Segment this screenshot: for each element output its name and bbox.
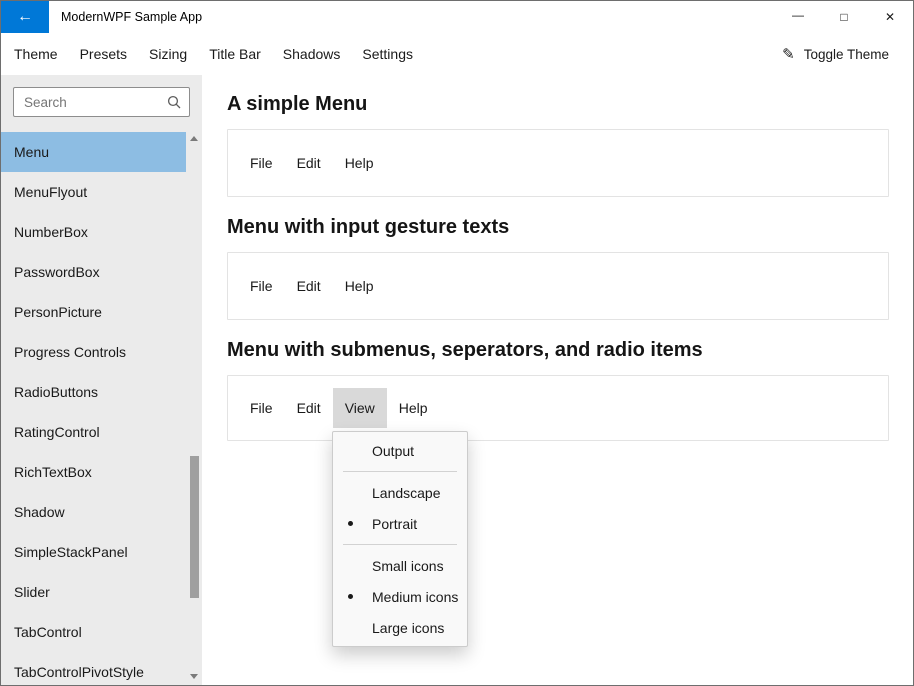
submenu-menu-bar: File Edit View Help — [228, 376, 888, 440]
back-button[interactable]: ← — [1, 1, 49, 33]
sidebar-item-personpicture[interactable]: PersonPicture — [1, 292, 186, 332]
close-icon: ✕ — [884, 10, 896, 24]
maximize-button[interactable]: □ — [821, 1, 867, 33]
sidebar-item-tabcontrol[interactable]: TabControl — [1, 612, 186, 652]
menubar-item-presets[interactable]: Presets — [69, 33, 138, 75]
sidebar-item-menu[interactable]: Menu — [1, 132, 186, 172]
radio-bullet-icon — [348, 521, 353, 526]
simple-menu-box: File Edit Help — [227, 129, 889, 197]
dropdown-item-output[interactable]: Output — [333, 435, 467, 466]
dropdown-item-label: Small icons — [372, 557, 444, 574]
menubar-item-shadows[interactable]: Shadows — [272, 33, 352, 75]
window-controls: — □ ✕ — [775, 1, 913, 33]
sidebar-item-progress-controls[interactable]: Progress Controls — [1, 332, 186, 372]
sidebar: Menu MenuFlyout NumberBox PasswordBox Pe… — [1, 75, 202, 685]
radio-bullet-icon — [348, 594, 353, 599]
menu-item-help[interactable]: Help — [333, 143, 386, 183]
titlebar: ← ModernWPF Sample App — □ ✕ — [1, 1, 913, 33]
sidebar-item-slider[interactable]: Slider — [1, 572, 186, 612]
menu-item-help[interactable]: Help — [387, 388, 440, 428]
close-button[interactable]: ✕ — [867, 1, 913, 33]
menu-item-edit[interactable]: Edit — [285, 266, 333, 306]
menu-item-edit[interactable]: Edit — [285, 388, 333, 428]
section-title-submenus: Menu with submenus, seperators, and radi… — [227, 339, 703, 361]
main-content: A simple Menu File Edit Help Menu with i… — [202, 75, 913, 685]
toggle-theme-button[interactable]: ✎ Toggle Theme — [770, 33, 913, 75]
sidebar-item-radiobuttons[interactable]: RadioButtons — [1, 372, 186, 412]
sidebar-item-menuflyout[interactable]: MenuFlyout — [1, 172, 186, 212]
menu-item-edit[interactable]: Edit — [285, 143, 333, 183]
dropdown-item-medium-icons[interactable]: Medium icons — [333, 581, 467, 612]
dropdown-item-label: Landscape — [372, 484, 441, 501]
dropdown-item-label: Medium icons — [372, 588, 459, 605]
menu-separator — [343, 471, 457, 472]
sidebar-item-numberbox[interactable]: NumberBox — [1, 212, 186, 252]
dropdown-item-label: Large icons — [372, 619, 445, 636]
window-title: ModernWPF Sample App — [61, 10, 203, 24]
scroll-down-icon[interactable] — [190, 674, 198, 679]
dropdown-item-small-icons[interactable]: Small icons — [333, 550, 467, 581]
toggle-theme-icon: ✎ — [782, 46, 795, 63]
search-box — [13, 87, 190, 117]
back-arrow-icon: ← — [17, 8, 33, 25]
menubar-item-titlebar[interactable]: Title Bar — [198, 33, 272, 75]
menubar-item-sizing[interactable]: Sizing — [138, 33, 198, 75]
sidebar-item-simplestackpanel[interactable]: SimpleStackPanel — [1, 532, 186, 572]
sidebar-item-shadow[interactable]: Shadow — [1, 492, 186, 532]
section-title-input-gesture: Menu with input gesture texts — [227, 216, 510, 238]
scrollbar-thumb[interactable] — [190, 456, 199, 598]
menu-item-view[interactable]: View — [332, 388, 387, 428]
scroll-up-icon[interactable] — [190, 136, 198, 141]
sidebar-item-richtextbox[interactable]: RichTextBox — [1, 452, 186, 492]
sidebar-item-tabcontrolpivotstyle[interactable]: TabControlPivotStyle — [1, 652, 186, 685]
maximize-icon: □ — [840, 10, 848, 24]
sidebar-item-ratingcontrol[interactable]: RatingControl — [1, 412, 186, 452]
dropdown-item-portrait[interactable]: Portrait — [333, 508, 467, 539]
search-input[interactable] — [14, 94, 159, 110]
toggle-theme-label: Toggle Theme — [803, 46, 889, 62]
menu-item-file[interactable]: File — [238, 266, 285, 306]
menu-separator — [343, 544, 457, 545]
minimize-button[interactable]: — — [775, 1, 821, 33]
menubar-item-theme[interactable]: Theme — [3, 33, 69, 75]
view-dropdown-menu: Output Landscape Portrait Small icons Me… — [332, 431, 468, 647]
app-window: ← ModernWPF Sample App — □ ✕ Theme Prese… — [0, 0, 914, 686]
simple-menu-bar: File Edit Help — [228, 130, 888, 196]
sidebar-scrollbar[interactable] — [186, 132, 202, 685]
menu-item-help[interactable]: Help — [333, 266, 386, 306]
dropdown-item-landscape[interactable]: Landscape — [333, 477, 467, 508]
control-list: Menu MenuFlyout NumberBox PasswordBox Pe… — [1, 132, 186, 685]
menu-item-file[interactable]: File — [238, 388, 285, 428]
minimize-icon: — — [792, 8, 804, 22]
menubar-item-settings[interactable]: Settings — [351, 33, 424, 75]
dropdown-item-large-icons[interactable]: Large icons — [333, 612, 467, 643]
dropdown-item-label: Portrait — [372, 515, 418, 532]
menu-item-file[interactable]: File — [238, 143, 285, 183]
app-menubar: Theme Presets Sizing Title Bar Shadows S… — [1, 33, 913, 75]
gesture-menu-box: File Edit Help — [227, 252, 889, 320]
search-icon — [167, 95, 181, 109]
dropdown-item-label: Output — [372, 442, 415, 459]
section-title-simple-menu: A simple Menu — [227, 93, 368, 115]
gesture-menu-bar: File Edit Help — [228, 253, 888, 319]
sidebar-item-passwordbox[interactable]: PasswordBox — [1, 252, 186, 292]
submenu-menu-box: File Edit View Help — [227, 375, 889, 441]
search-button[interactable] — [159, 88, 189, 116]
